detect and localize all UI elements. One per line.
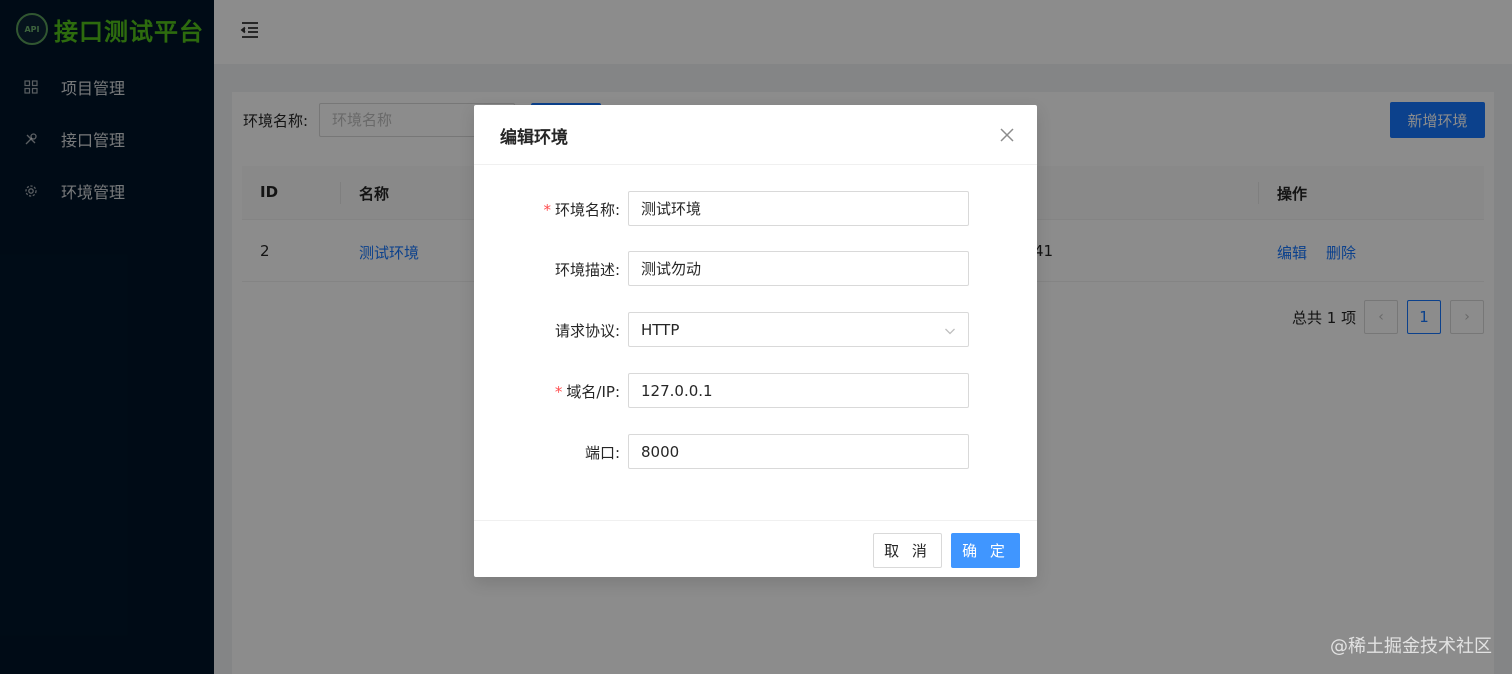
- field-label: 环境描述:: [554, 261, 620, 279]
- chevron-down-icon: [945, 328, 955, 335]
- protocol-select[interactable]: HTTP: [628, 312, 969, 347]
- host-input[interactable]: [628, 373, 969, 408]
- form-row-name: * 环境名称:: [474, 191, 1037, 227]
- required-mark: *: [543, 201, 551, 219]
- form-row-protocol: 请求协议: HTTP: [474, 312, 1037, 348]
- env-name-input[interactable]: [628, 191, 969, 226]
- modal-title: 编辑环境: [500, 128, 568, 148]
- required-mark: *: [554, 383, 563, 401]
- form-row-desc: 环境描述:: [474, 251, 1037, 287]
- cancel-button[interactable]: 取 消: [873, 533, 942, 568]
- field-label: * 环境名称:: [543, 199, 620, 220]
- modal-footer: 取 消 确 定: [474, 520, 1037, 577]
- field-label: * 域名/IP:: [555, 381, 620, 402]
- field-label-text: 域名/IP:: [566, 383, 620, 401]
- selected-value: HTTP: [641, 320, 680, 339]
- port-input[interactable]: [628, 434, 969, 469]
- confirm-button[interactable]: 确 定: [951, 533, 1020, 568]
- modal-header: 编辑环境: [474, 105, 1037, 165]
- field-label-text: 环境名称:: [554, 201, 620, 219]
- form-row-port: 端口:: [474, 434, 1037, 470]
- field-label: 请求协议:: [554, 322, 620, 340]
- close-icon[interactable]: [998, 126, 1016, 144]
- env-desc-input[interactable]: [628, 251, 969, 286]
- edit-environment-modal: 编辑环境 *环境名称: 环境描述: 请求协议: HTTP *域名/IP: 端口:…: [474, 105, 1037, 577]
- field-label: 端口:: [584, 444, 620, 462]
- form-row-host: * 域名/IP:: [474, 373, 1037, 409]
- watermark: @稀土掘金技术社区: [1330, 636, 1492, 657]
